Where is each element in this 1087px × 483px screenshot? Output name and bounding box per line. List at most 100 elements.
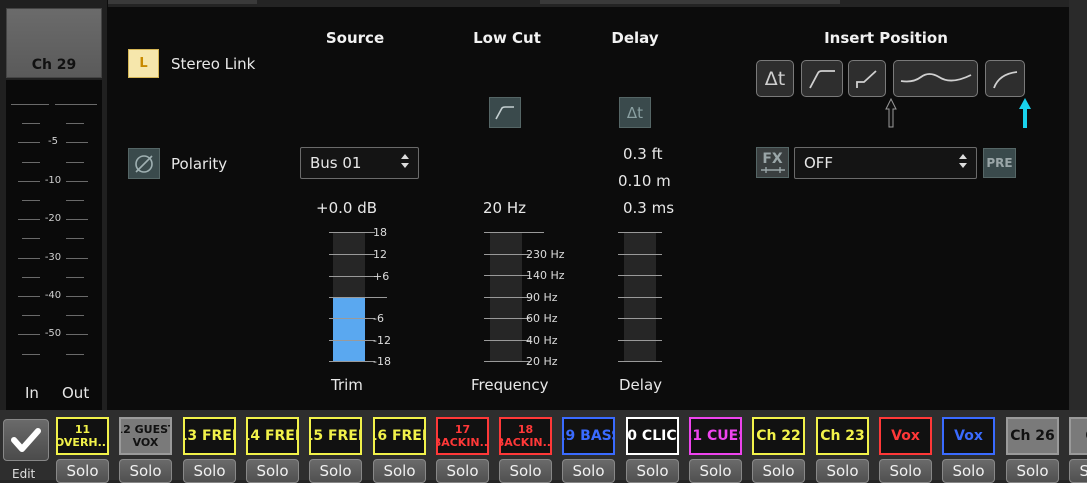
low-cut-header: Low Cut <box>473 29 541 47</box>
solo-button[interactable]: Solo <box>56 459 109 483</box>
solo-button[interactable]: Solo <box>626 459 679 483</box>
channel-tab[interactable]: 21 CUES <box>689 417 742 455</box>
channel-tab-name: 16 FREE <box>375 427 424 444</box>
solo-button[interactable]: Solo <box>309 459 362 483</box>
channel-tab[interactable]: Vox <box>879 417 932 455</box>
channel-tab[interactable]: 17BACKIN... <box>436 417 489 455</box>
channel-tab[interactable]: 13 FREE <box>183 417 236 455</box>
channel-tab-name: Ch 23 <box>820 427 865 444</box>
scale-tick <box>618 361 662 362</box>
channel-tab[interactable]: Ch <box>1069 417 1087 455</box>
channel-tab-name: 20 CLICK <box>627 427 677 444</box>
scale-tick <box>329 276 375 277</box>
insert-high-pass-button[interactable] <box>801 60 843 97</box>
channel-tab-subname: OVERH... <box>56 436 109 449</box>
solo-button[interactable]: Solo <box>562 459 615 483</box>
channel-tab[interactable]: 20 CLICK <box>626 417 679 455</box>
source-select[interactable]: Bus 01 <box>300 147 419 179</box>
fx-insert-button[interactable]: FX <box>756 147 789 178</box>
insert-position-arrow-icon <box>885 97 897 128</box>
stereo-link-button[interactable]: L <box>128 49 159 78</box>
delay-meters: 0.10 m <box>618 172 671 190</box>
meter-tick <box>18 296 40 297</box>
channel-tab-name: 17 <box>454 423 471 436</box>
meter-tick <box>18 334 40 336</box>
solo-button[interactable]: Solo <box>436 459 489 483</box>
meter-tick <box>66 334 88 336</box>
scale-label: -12 <box>373 334 391 347</box>
meter-tick <box>66 123 84 125</box>
scale-tick <box>484 254 530 255</box>
delay-button[interactable]: Δt <box>619 97 651 128</box>
meter-scale-label: -40 <box>44 290 62 301</box>
solo-button[interactable]: Solo <box>689 459 742 483</box>
channel-tab[interactable]: 15 FREE <box>309 417 362 455</box>
high-pass-icon <box>495 105 514 119</box>
delay-feet: 0.3 ft <box>623 145 663 163</box>
meter-tick <box>22 276 40 278</box>
meter-tick <box>66 257 88 259</box>
scale-tick <box>484 318 530 319</box>
channel-tab[interactable]: Vox <box>942 417 995 455</box>
meter-tick <box>22 161 40 163</box>
meter-tick <box>66 180 88 182</box>
channel-tab[interactable]: Ch 26 <box>1006 417 1059 455</box>
stereo-link-label: Stereo Link <box>171 55 256 73</box>
routing-icon <box>760 166 785 173</box>
solo-button[interactable]: Solo <box>119 459 172 483</box>
insert-eq-button[interactable] <box>893 60 978 97</box>
solo-button[interactable]: Solo <box>1069 459 1087 483</box>
channel-tab[interactable]: Ch 23 <box>816 417 869 455</box>
polarity-button[interactable] <box>128 148 160 179</box>
high-pass-icon <box>809 69 835 88</box>
scale-tick <box>484 340 530 341</box>
solo-button[interactable]: Solo <box>499 459 552 483</box>
solo-button[interactable]: Solo <box>1006 459 1059 483</box>
insert-delay-button[interactable]: Δt <box>756 60 794 97</box>
top-rim <box>107 0 257 4</box>
channel-tab[interactable]: 11 OVERH... <box>56 417 109 455</box>
solo-button[interactable]: Solo <box>183 459 236 483</box>
insert-position-header: Insert Position <box>824 29 948 47</box>
solo-button[interactable]: Solo <box>373 459 426 483</box>
channel-tab-name: 12 GUEST <box>121 423 172 436</box>
meter-tick <box>18 257 40 259</box>
channel-tab-name: Ch 22 <box>756 427 801 444</box>
solo-button[interactable]: Solo <box>879 459 932 483</box>
channel-tab-name: Vox <box>954 427 983 444</box>
low-cut-button[interactable] <box>489 97 521 128</box>
insert-dynamics-button[interactable] <box>985 60 1025 97</box>
scale-label: 18 <box>373 226 387 239</box>
scale-tick <box>618 232 662 233</box>
scale-label: 140 Hz <box>526 269 565 282</box>
shelf-icon <box>856 69 877 88</box>
channel-tab[interactable]: 16 FREE <box>373 417 426 455</box>
meter-tick <box>55 104 97 105</box>
meter-tick <box>66 315 84 317</box>
scale-tick <box>618 275 662 276</box>
edit-button[interactable] <box>3 419 49 461</box>
channel-tab[interactable]: 12 GUESTVOX <box>119 417 172 455</box>
channel-tab[interactable]: 18BACKIN... <box>499 417 552 455</box>
meter-tick <box>66 238 84 240</box>
scale-label: 40 Hz <box>526 334 558 347</box>
scale-label: -18 <box>373 355 391 368</box>
solo-button[interactable]: Solo <box>246 459 299 483</box>
solo-button[interactable]: Solo <box>752 459 805 483</box>
channel-tab[interactable]: 19 BASS <box>562 417 615 455</box>
channel-tab[interactable]: 14 FREE <box>246 417 299 455</box>
insert-low-shelf-button[interactable] <box>848 60 886 97</box>
channel-tab[interactable]: Ch 22 <box>752 417 805 455</box>
channel-tab-name: 14 FREE <box>248 427 297 444</box>
meter-tick <box>22 353 40 355</box>
solo-button[interactable]: Solo <box>942 459 995 483</box>
channel-name-button[interactable]: Ch 29 <box>6 8 102 78</box>
pre-button[interactable]: PRE <box>983 148 1016 178</box>
insert-select[interactable]: OFF <box>794 147 977 179</box>
scale-label: +6 <box>373 270 390 283</box>
channel-tab-subname: VOX <box>132 436 159 449</box>
source-header: Source <box>325 29 385 47</box>
channel-tab-name: 18 <box>517 423 534 436</box>
solo-button[interactable]: Solo <box>816 459 869 483</box>
scale-label: 12 <box>373 248 387 261</box>
